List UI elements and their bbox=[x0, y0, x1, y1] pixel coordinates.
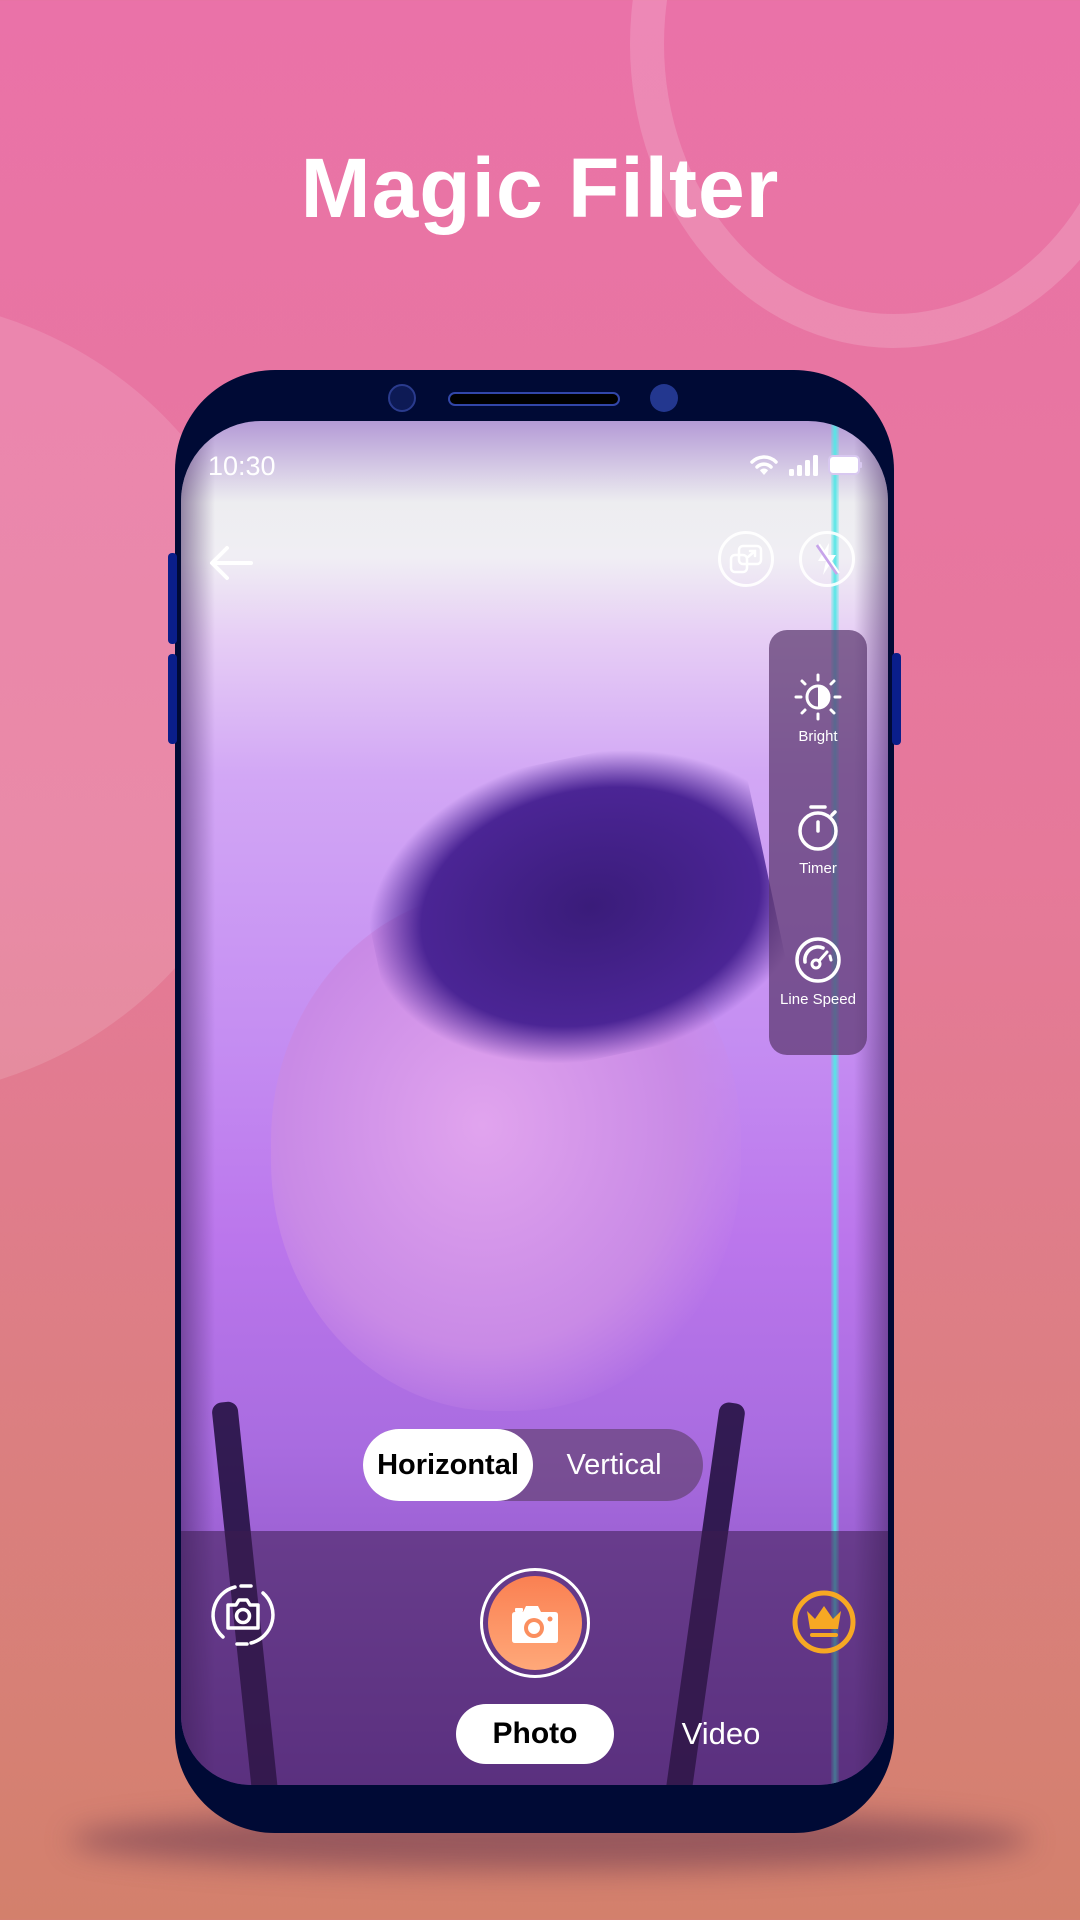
brightness-icon bbox=[794, 673, 842, 721]
direction-toggle: Horizontal Vertical bbox=[363, 1429, 703, 1501]
flash-off-icon bbox=[815, 543, 840, 575]
tool-timer-label: Timer bbox=[799, 860, 837, 877]
switch-camera-button[interactable] bbox=[209, 1581, 277, 1649]
tool-bright-label: Bright bbox=[798, 728, 838, 745]
arrow-left-icon bbox=[210, 546, 253, 580]
direction-vertical-option[interactable]: Vertical bbox=[539, 1429, 689, 1501]
power-button bbox=[892, 653, 901, 745]
status-time: 10:30 bbox=[208, 451, 276, 481]
tool-line-speed-label: Line Speed bbox=[780, 991, 856, 1008]
speedometer-icon bbox=[795, 937, 841, 983]
proximity-sensor bbox=[650, 384, 678, 412]
status-icons bbox=[750, 454, 862, 481]
volume-down-button bbox=[168, 654, 177, 744]
battery-icon bbox=[828, 455, 862, 480]
back-button[interactable] bbox=[205, 536, 259, 590]
timer-icon bbox=[798, 805, 838, 851]
side-tools-panel: Bright Timer Line Speed bbox=[769, 630, 867, 1055]
front-camera bbox=[388, 384, 416, 412]
mode-tab-video[interactable]: Video bbox=[661, 1704, 781, 1764]
signal-icon bbox=[788, 454, 818, 481]
wifi-icon bbox=[750, 454, 778, 481]
aspect-ratio-button[interactable] bbox=[718, 531, 774, 587]
tool-bright[interactable]: Bright bbox=[769, 672, 867, 745]
flash-button[interactable] bbox=[799, 531, 855, 587]
volume-up-button bbox=[168, 553, 177, 644]
resize-icon bbox=[729, 544, 763, 574]
premium-button[interactable] bbox=[791, 1589, 857, 1655]
camera-screen: 10:30 Bright Timer Line Speed Horizontal… bbox=[181, 421, 888, 1785]
crown-icon bbox=[792, 1590, 856, 1654]
mode-tab-photo[interactable]: Photo bbox=[456, 1704, 614, 1764]
shutter-button[interactable] bbox=[480, 1568, 590, 1678]
earpiece-speaker bbox=[448, 392, 620, 406]
camera-preview-hair bbox=[344, 722, 798, 1100]
camera-icon bbox=[512, 1606, 558, 1643]
switch-camera-icon bbox=[211, 1584, 275, 1646]
tool-line-speed[interactable]: Line Speed bbox=[769, 935, 867, 1008]
tool-timer[interactable]: Timer bbox=[769, 802, 867, 877]
promo-title: Magic Filter bbox=[300, 141, 780, 235]
direction-horizontal-option[interactable]: Horizontal bbox=[363, 1429, 533, 1501]
